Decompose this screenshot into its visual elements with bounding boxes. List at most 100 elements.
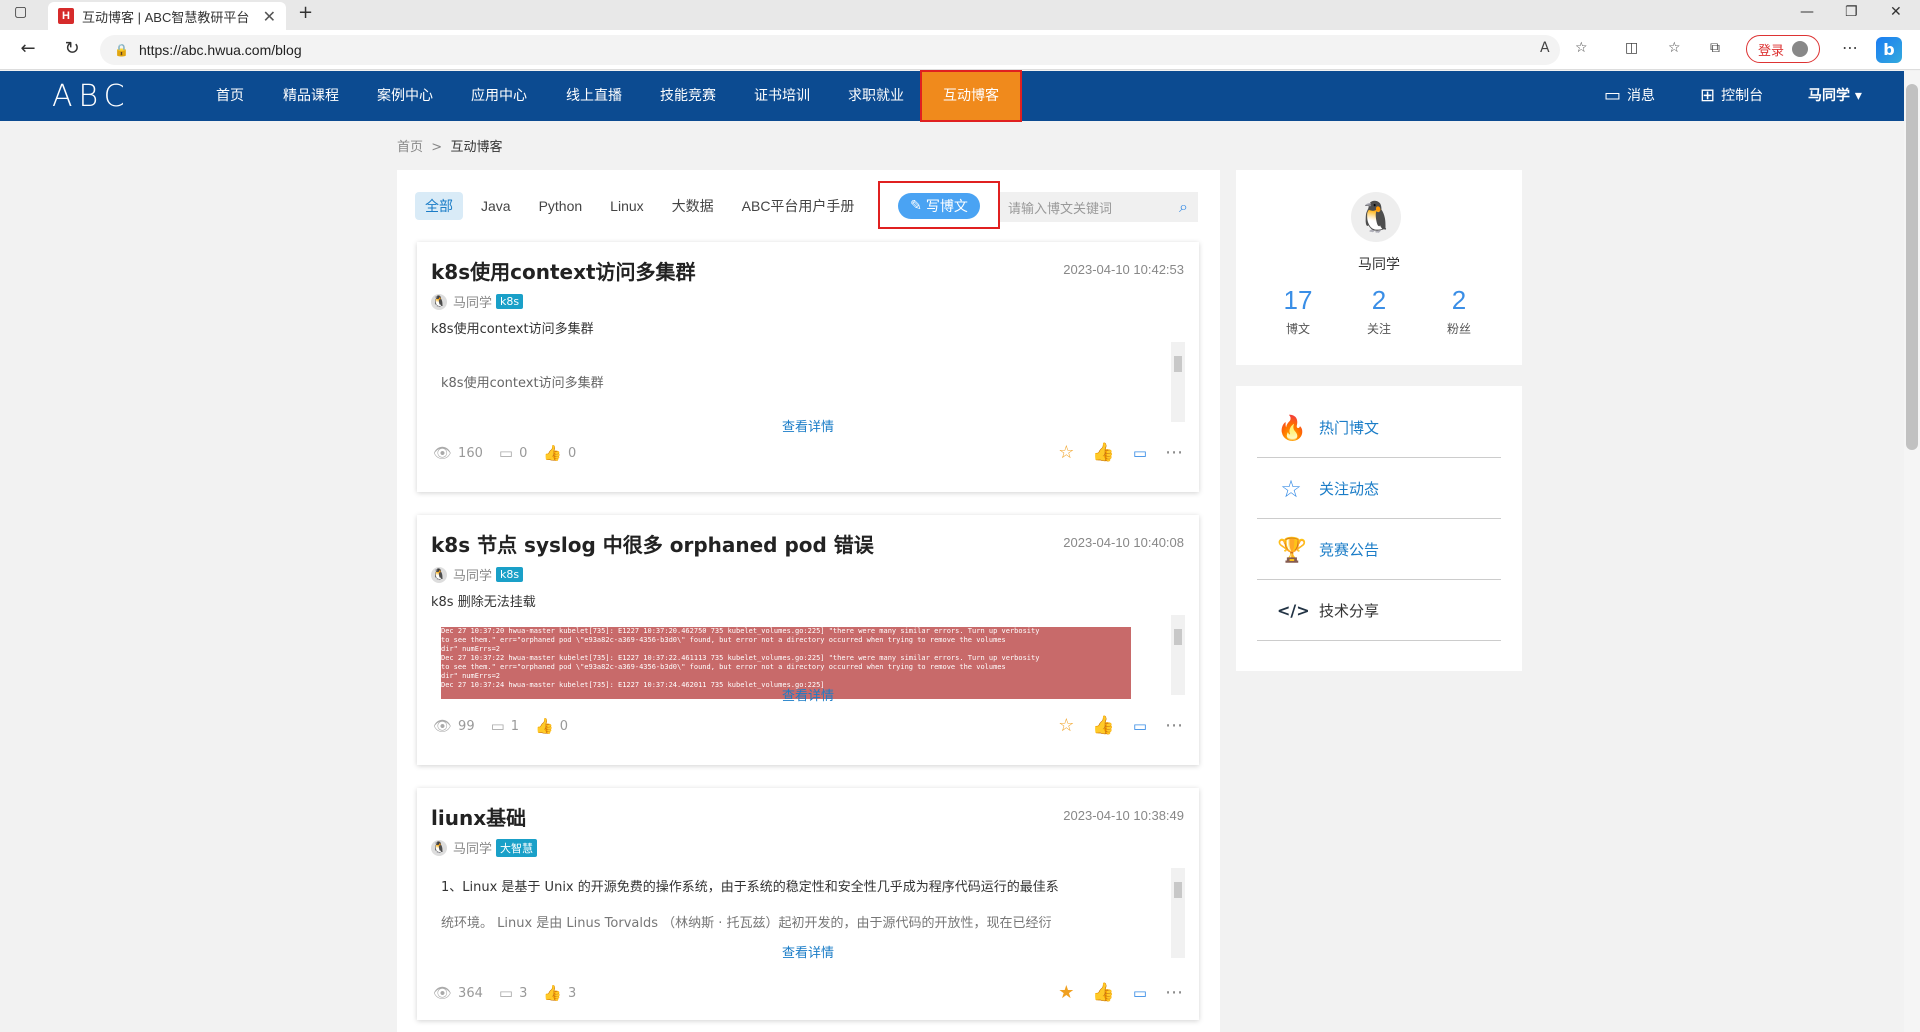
filter-all[interactable]: 全部 xyxy=(415,192,463,220)
likes-count: 3 xyxy=(568,985,577,1001)
post-body-scrollbar[interactable] xyxy=(1171,342,1185,422)
menu-label: 关注动态 xyxy=(1319,480,1380,498)
new-tab-icon[interactable]: + xyxy=(298,2,313,23)
view-details-link[interactable]: 查看详情 xyxy=(417,416,1199,435)
back-icon[interactable]: ← xyxy=(16,38,40,59)
thumbs-up-icon[interactable]: 👍 xyxy=(1092,715,1114,736)
user-menu[interactable]: 马同学 ▾ xyxy=(1808,71,1862,121)
more-dots-icon[interactable]: ⋯ xyxy=(1165,982,1183,1003)
blog-post-card[interactable]: liunx基础 2023-04-10 10:38:49 🐧 马同学 大智慧 1、… xyxy=(417,788,1199,1020)
nav-cases[interactable]: 案例中心 xyxy=(372,71,438,121)
post-title[interactable]: k8s使用context访问多集群 xyxy=(431,256,696,285)
menu-hot-posts[interactable]: 🔥 热门博文 xyxy=(1257,398,1501,458)
address-bar: ← ↻ 🔒 https://abc.hwua.com/blog A ☆ ◫ ☆ … xyxy=(0,30,1920,70)
blog-post-card[interactable]: k8s使用context访问多集群 2023-04-10 10:42:53 🐧 … xyxy=(417,242,1199,492)
stat-posts[interactable]: 17 博文 xyxy=(1258,285,1338,337)
write-post-button[interactable]: ✎ 写博文 xyxy=(898,193,980,219)
post-body-scrollbar[interactable] xyxy=(1171,615,1185,695)
breadcrumb-current: 互动博客 xyxy=(450,140,503,155)
sidebar-toggle-icon[interactable]: ▢ xyxy=(14,4,27,20)
views-count: 364 xyxy=(458,985,483,1001)
breadcrumb-home[interactable]: 首页 xyxy=(397,140,423,155)
likes-count: 0 xyxy=(568,445,577,461)
breadcrumb-separator: > xyxy=(431,140,443,155)
user-avatar-icon[interactable]: 🐧 xyxy=(1351,192,1401,242)
view-details-link[interactable]: 查看详情 xyxy=(417,942,1199,961)
search-icon[interactable]: ⌕ xyxy=(1179,197,1188,217)
filter-python[interactable]: Python xyxy=(529,192,593,220)
more-dots-icon[interactable]: ⋯ xyxy=(1165,442,1183,463)
trophy-icon: 🏆 xyxy=(1277,535,1307,564)
nav-home[interactable]: 首页 xyxy=(202,71,258,121)
close-window-icon[interactable]: ✕ xyxy=(1890,4,1902,20)
stat-following[interactable]: 2 关注 xyxy=(1339,285,1419,337)
nav-live[interactable]: 线上直播 xyxy=(561,71,627,121)
filter-bigdata[interactable]: 大数据 xyxy=(662,192,724,220)
stat-value: 2 xyxy=(1451,285,1467,315)
messages-link[interactable]: ▭ 消息 xyxy=(1604,71,1655,121)
minimize-icon[interactable]: — xyxy=(1800,4,1814,20)
post-title[interactable]: k8s 节点 syslog 中很多 orphaned pod 错误 xyxy=(431,529,874,558)
filter-java[interactable]: Java xyxy=(471,192,521,220)
filter-linux[interactable]: Linux xyxy=(600,192,653,220)
grid-icon: ⊞ xyxy=(1700,85,1716,106)
nav-courses[interactable]: 精品课程 xyxy=(278,71,344,121)
search-placeholder: 请输入博文关键词 xyxy=(1008,201,1113,217)
browser-tab[interactable]: H 互动博客 | ABC智慧教研平台 ✕ xyxy=(48,2,286,30)
nav-contests[interactable]: 技能竞赛 xyxy=(655,71,721,121)
post-author: 🐧 马同学 k8s xyxy=(431,565,524,584)
thumbs-up-filled-icon[interactable]: 👍 xyxy=(1092,982,1114,1003)
read-aloud-icon[interactable]: A xyxy=(1540,40,1550,56)
browser-login-button[interactable]: 登录 xyxy=(1746,35,1820,63)
nav-jobs[interactable]: 求职就业 xyxy=(843,71,909,121)
site-logo[interactable]: ABC xyxy=(52,79,131,114)
star-outline-icon[interactable]: ☆ xyxy=(1058,442,1074,463)
page-scrollbar-thumb[interactable] xyxy=(1906,84,1918,450)
star-outline-icon[interactable]: ☆ xyxy=(1058,715,1074,736)
stat-label: 粉丝 xyxy=(1446,322,1471,336)
refresh-icon[interactable]: ↻ xyxy=(60,38,84,59)
comment-button-icon[interactable]: ▭ xyxy=(1133,717,1147,735)
write-post-label: 写博文 xyxy=(925,199,968,215)
views-icon: 👁 xyxy=(433,717,453,735)
restore-icon[interactable]: ❐ xyxy=(1845,4,1858,20)
nav-blog[interactable]: 互动博客 xyxy=(920,70,1022,122)
url-field[interactable]: 🔒 https://abc.hwua.com/blog xyxy=(100,35,1560,65)
thumbs-up-icon[interactable]: 👍 xyxy=(1092,442,1114,463)
split-screen-icon[interactable]: ◫ xyxy=(1625,40,1638,56)
collections-icon[interactable]: ⧉ xyxy=(1710,40,1720,56)
console-link[interactable]: ⊞ 控制台 xyxy=(1700,71,1763,121)
post-body-line: 统环境。 Linux 是由 Linus Torvalds （林纳斯 · 托瓦兹）… xyxy=(441,916,1052,931)
post-date: 2023-04-10 10:40:08 xyxy=(1063,535,1184,550)
blog-post-card[interactable]: k8s 节点 syslog 中很多 orphaned pod 错误 2023-0… xyxy=(417,515,1199,765)
post-title[interactable]: liunx基础 xyxy=(431,802,526,831)
side-menu: 🔥 热门博文 ☆ 关注动态 🏆 竞赛公告 </> 技术分享 xyxy=(1236,386,1522,671)
more-options-icon[interactable]: ⋯ xyxy=(1842,38,1858,57)
view-details-link[interactable]: 查看详情 xyxy=(417,685,1199,704)
bing-icon[interactable]: b xyxy=(1876,37,1902,63)
author-avatar-icon: 🐧 xyxy=(431,293,447,310)
profile-name: 马同学 xyxy=(1358,257,1400,273)
stat-followers[interactable]: 2 粉丝 xyxy=(1419,285,1499,337)
comment-button-icon[interactable]: ▭ xyxy=(1133,444,1147,462)
nav-apps[interactable]: 应用中心 xyxy=(466,71,532,121)
menu-tech-sharing[interactable]: </> 技术分享 xyxy=(1257,581,1501,641)
favorites-icon[interactable]: ☆ xyxy=(1668,40,1681,56)
menu-following-feed[interactable]: ☆ 关注动态 xyxy=(1257,459,1501,519)
site-favicon-icon: H xyxy=(58,8,74,24)
star-filled-icon[interactable]: ★ xyxy=(1058,982,1074,1003)
search-input[interactable]: 请输入博文关键词 ⌕ xyxy=(1000,192,1198,222)
post-tag: k8s xyxy=(496,294,524,309)
comment-button-icon[interactable]: ▭ xyxy=(1133,984,1147,1002)
nav-certificates[interactable]: 证书培训 xyxy=(749,71,815,121)
more-dots-icon[interactable]: ⋯ xyxy=(1165,715,1183,736)
site-header: ABC 首页 精品课程 案例中心 应用中心 线上直播 技能竞赛 证书培训 求职就… xyxy=(0,70,1904,122)
menu-contest-notices[interactable]: 🏆 竞赛公告 xyxy=(1257,520,1501,580)
filter-user-manual[interactable]: ABC平台用户手册 xyxy=(732,192,865,220)
blog-list-panel: 全部 Java Python Linux 大数据 ABC平台用户手册 ✎ 写博文… xyxy=(397,170,1220,1032)
like-icon: 👍 xyxy=(543,444,563,462)
login-label: 登录 xyxy=(1757,43,1784,59)
like-icon: 👍 xyxy=(543,984,563,1002)
favorite-add-icon[interactable]: ☆ xyxy=(1575,40,1588,56)
close-tab-icon[interactable]: ✕ xyxy=(263,7,276,26)
